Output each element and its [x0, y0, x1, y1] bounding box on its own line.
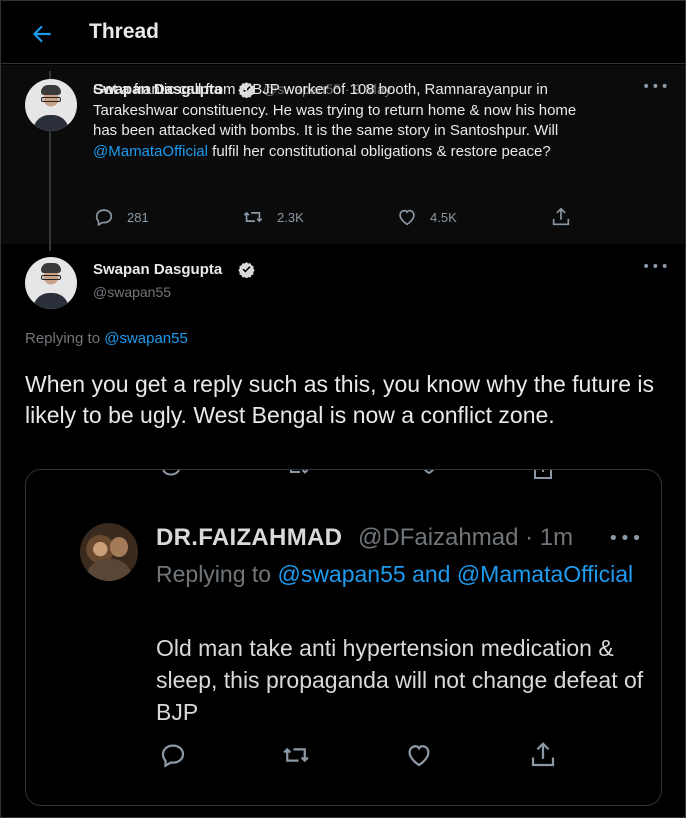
avatar[interactable] — [25, 79, 77, 131]
handle-and-time: @DFaizahmad · 1m — [358, 524, 574, 551]
replying-to: Replying to @swapan55 — [25, 330, 188, 347]
replying-to: Replying to @swapan55 and @MamataOfficia… — [156, 557, 636, 591]
tweet-text-tail: fulfil her constitutional obligations & … — [207, 142, 551, 160]
more-options-icon: ••• — [608, 528, 643, 549]
author-handle[interactable]: @swapan55 — [93, 284, 171, 300]
replying-prefix: Replying to — [156, 561, 278, 587]
back-arrow-icon — [32, 25, 51, 43]
reply-icon — [95, 209, 113, 227]
tweet-text-line: has been attacked with bombs. It is the … — [93, 122, 559, 139]
like-count: 4.5K — [430, 209, 457, 225]
replying-prefix: Replying to — [25, 330, 105, 347]
page-title: Thread — [89, 20, 160, 43]
share-icon — [531, 742, 555, 767]
thread-header: Thread — [1, 1, 685, 64]
attached-image[interactable]: DR.FAIZAHMAD @DFaizahmad · 1m ••• Replyi… — [25, 469, 662, 806]
share-button[interactable] — [550, 206, 572, 228]
retweet-count: 2.3K — [277, 209, 304, 225]
share-icon — [552, 207, 570, 226]
replying-handle-link[interactable]: @swapan55 — [104, 330, 188, 347]
avatar[interactable] — [25, 257, 77, 309]
heart-icon — [423, 470, 435, 475]
replying-handles: @swapan55 and @MamataOfficial — [277, 561, 634, 587]
parent-tweet-text: Got a frantic call from a BJP worker of … — [93, 80, 653, 162]
retweet-button[interactable]: 2.3K — [241, 206, 304, 228]
retweet-icon — [290, 470, 309, 474]
retweet-icon — [283, 747, 309, 763]
author-name: DR.FAIZAHMAD — [156, 524, 343, 551]
cropped-action-icons — [26, 470, 661, 488]
avatar — [80, 523, 138, 581]
reply-count: 281 — [127, 209, 149, 225]
heart-icon — [408, 745, 430, 767]
mention-link[interactable]: @MamataOfficial — [93, 143, 208, 160]
more-options-icon[interactable]: ••• — [642, 259, 669, 275]
reply-icon — [161, 744, 185, 768]
reply-text: Old man take anti hypertension medicatio… — [156, 635, 644, 725]
back-button[interactable] — [29, 21, 55, 47]
share-icon — [534, 470, 552, 479]
reply-button[interactable]: 281 — [93, 206, 149, 228]
reply-icon — [162, 470, 180, 476]
tweet-text-line: Tarakeshwar constituency. He was trying … — [93, 101, 577, 119]
embedded-actions — [26, 740, 661, 770]
verified-badge-icon — [238, 262, 255, 278]
retweet-icon — [243, 211, 263, 223]
like-button[interactable]: 4.5K — [396, 206, 457, 228]
thread-window: Thread Swapan Dasgupta @swapan55 · 9 May… — [0, 0, 686, 818]
tweet-text: When you get a reply such as this, you k… — [25, 371, 654, 428]
author-name[interactable]: Swapan Dasgupta — [93, 261, 222, 278]
tweet-text-line: Got a frantic call from a BJP worker of … — [93, 81, 548, 98]
heart-icon — [399, 209, 415, 226]
